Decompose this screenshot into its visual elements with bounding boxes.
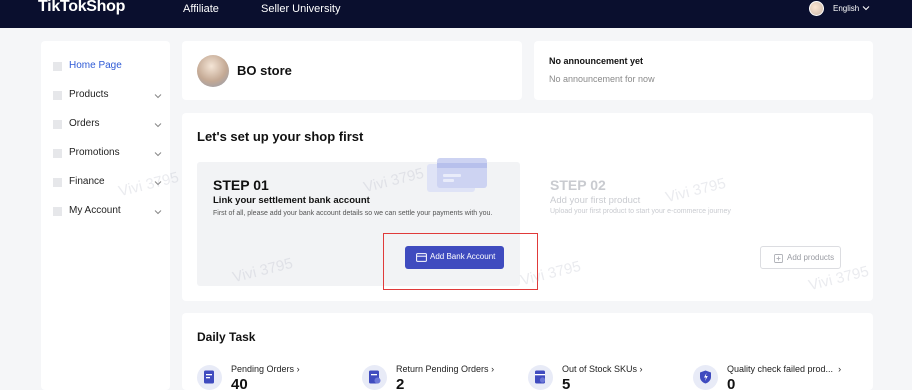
menu-bullet-icon xyxy=(53,62,62,71)
sidebar-item-promotions[interactable]: Promotions xyxy=(53,146,163,164)
menu-bullet-icon xyxy=(53,207,62,216)
step-01-description: First of all, please add your bank accou… xyxy=(213,210,493,217)
sidebar-item-my-account[interactable]: My Account xyxy=(53,204,163,222)
add-products-label: Add products xyxy=(787,253,835,262)
sidebar-item-label: Finance xyxy=(69,176,105,187)
brand-logo[interactable]: TikTokShop xyxy=(38,0,125,16)
nav-link-seller-university[interactable]: Seller University xyxy=(261,3,340,15)
chevron-down-icon[interactable] xyxy=(861,3,871,13)
store-avatar[interactable] xyxy=(197,55,229,87)
sidebar-item-home-page[interactable]: Home Page xyxy=(53,59,163,77)
announcement-title: No announcement yet xyxy=(549,56,644,66)
task-pending-orders[interactable]: Pending Orders › 40 xyxy=(197,362,347,390)
chevron-right-icon: › xyxy=(639,364,643,374)
task-out-of-stock-skus[interactable]: Out of Stock SKUs › 5 xyxy=(528,362,678,390)
chevron-down-icon xyxy=(154,123,162,128)
menu-bullet-icon xyxy=(53,120,62,129)
chevron-down-icon xyxy=(154,210,162,215)
task-value: 2 xyxy=(396,376,405,390)
user-avatar[interactable] xyxy=(809,1,824,16)
sidebar: Home Page Products Orders Promotions Fin… xyxy=(41,41,170,390)
setup-title: Let's set up your shop first xyxy=(197,129,364,144)
announcement-text: No announcement for now xyxy=(549,74,655,84)
sidebar-item-label: Home Page xyxy=(69,60,122,71)
stock-alert-icon xyxy=(528,365,553,390)
menu-bullet-icon xyxy=(53,149,62,158)
step-02-description: Upload your first product to start your … xyxy=(550,208,731,215)
add-products-button[interactable]: Add products xyxy=(760,246,841,269)
task-value: 5 xyxy=(562,376,571,390)
language-selector[interactable]: English xyxy=(833,4,859,13)
step-02-number: STEP 02 xyxy=(550,177,606,193)
add-bank-account-label: Add Bank Account xyxy=(430,252,496,261)
sidebar-item-orders[interactable]: Orders xyxy=(53,117,163,135)
task-label: Quality check failed prod... › xyxy=(727,364,842,374)
task-value: 0 xyxy=(727,376,736,390)
nav-link-affiliate[interactable]: Affiliate xyxy=(183,3,219,15)
task-value: 40 xyxy=(231,376,248,390)
store-name: BO store xyxy=(237,63,292,78)
bank-card-illustration-icon xyxy=(427,158,487,192)
task-quality-check-failed[interactable]: Quality check failed prod... › 0 xyxy=(693,362,868,390)
quality-check-icon xyxy=(693,365,718,390)
task-return-pending-orders[interactable]: Return Pending Orders › 2 xyxy=(362,362,522,390)
return-document-icon xyxy=(362,365,387,390)
daily-task-card: Daily Task Pending Orders › 40 Return Pe… xyxy=(182,313,873,390)
task-label: Return Pending Orders › xyxy=(396,364,495,374)
store-card: BO store xyxy=(182,41,522,100)
sidebar-item-label: Promotions xyxy=(69,147,120,158)
announcement-card: No announcement yet No announcement for … xyxy=(534,41,873,100)
task-label: Out of Stock SKUs › xyxy=(562,364,643,374)
bank-card-icon xyxy=(416,253,427,262)
sidebar-item-label: Products xyxy=(69,89,109,100)
task-label: Pending Orders › xyxy=(231,364,300,374)
sidebar-item-label: Orders xyxy=(69,118,100,129)
add-product-icon xyxy=(774,254,783,263)
step-01-title: Link your settlement bank account xyxy=(213,195,370,206)
step-01-number: STEP 01 xyxy=(213,177,269,193)
document-icon xyxy=(197,365,222,390)
daily-task-title: Daily Task xyxy=(197,330,256,344)
chevron-right-icon: › xyxy=(838,364,842,374)
chevron-right-icon: › xyxy=(491,364,495,374)
step-02-title: Add your first product xyxy=(550,195,641,206)
sidebar-item-label: My Account xyxy=(69,205,121,216)
top-navigation-bar: TikTokShop Affiliate Seller University E… xyxy=(0,0,912,28)
chevron-down-icon xyxy=(154,152,162,157)
menu-bullet-icon xyxy=(53,91,62,100)
add-bank-account-button[interactable]: Add Bank Account xyxy=(405,246,504,269)
menu-bullet-icon xyxy=(53,178,62,187)
chevron-right-icon: › xyxy=(296,364,300,374)
chevron-down-icon xyxy=(154,94,162,99)
sidebar-item-products[interactable]: Products xyxy=(53,88,163,106)
